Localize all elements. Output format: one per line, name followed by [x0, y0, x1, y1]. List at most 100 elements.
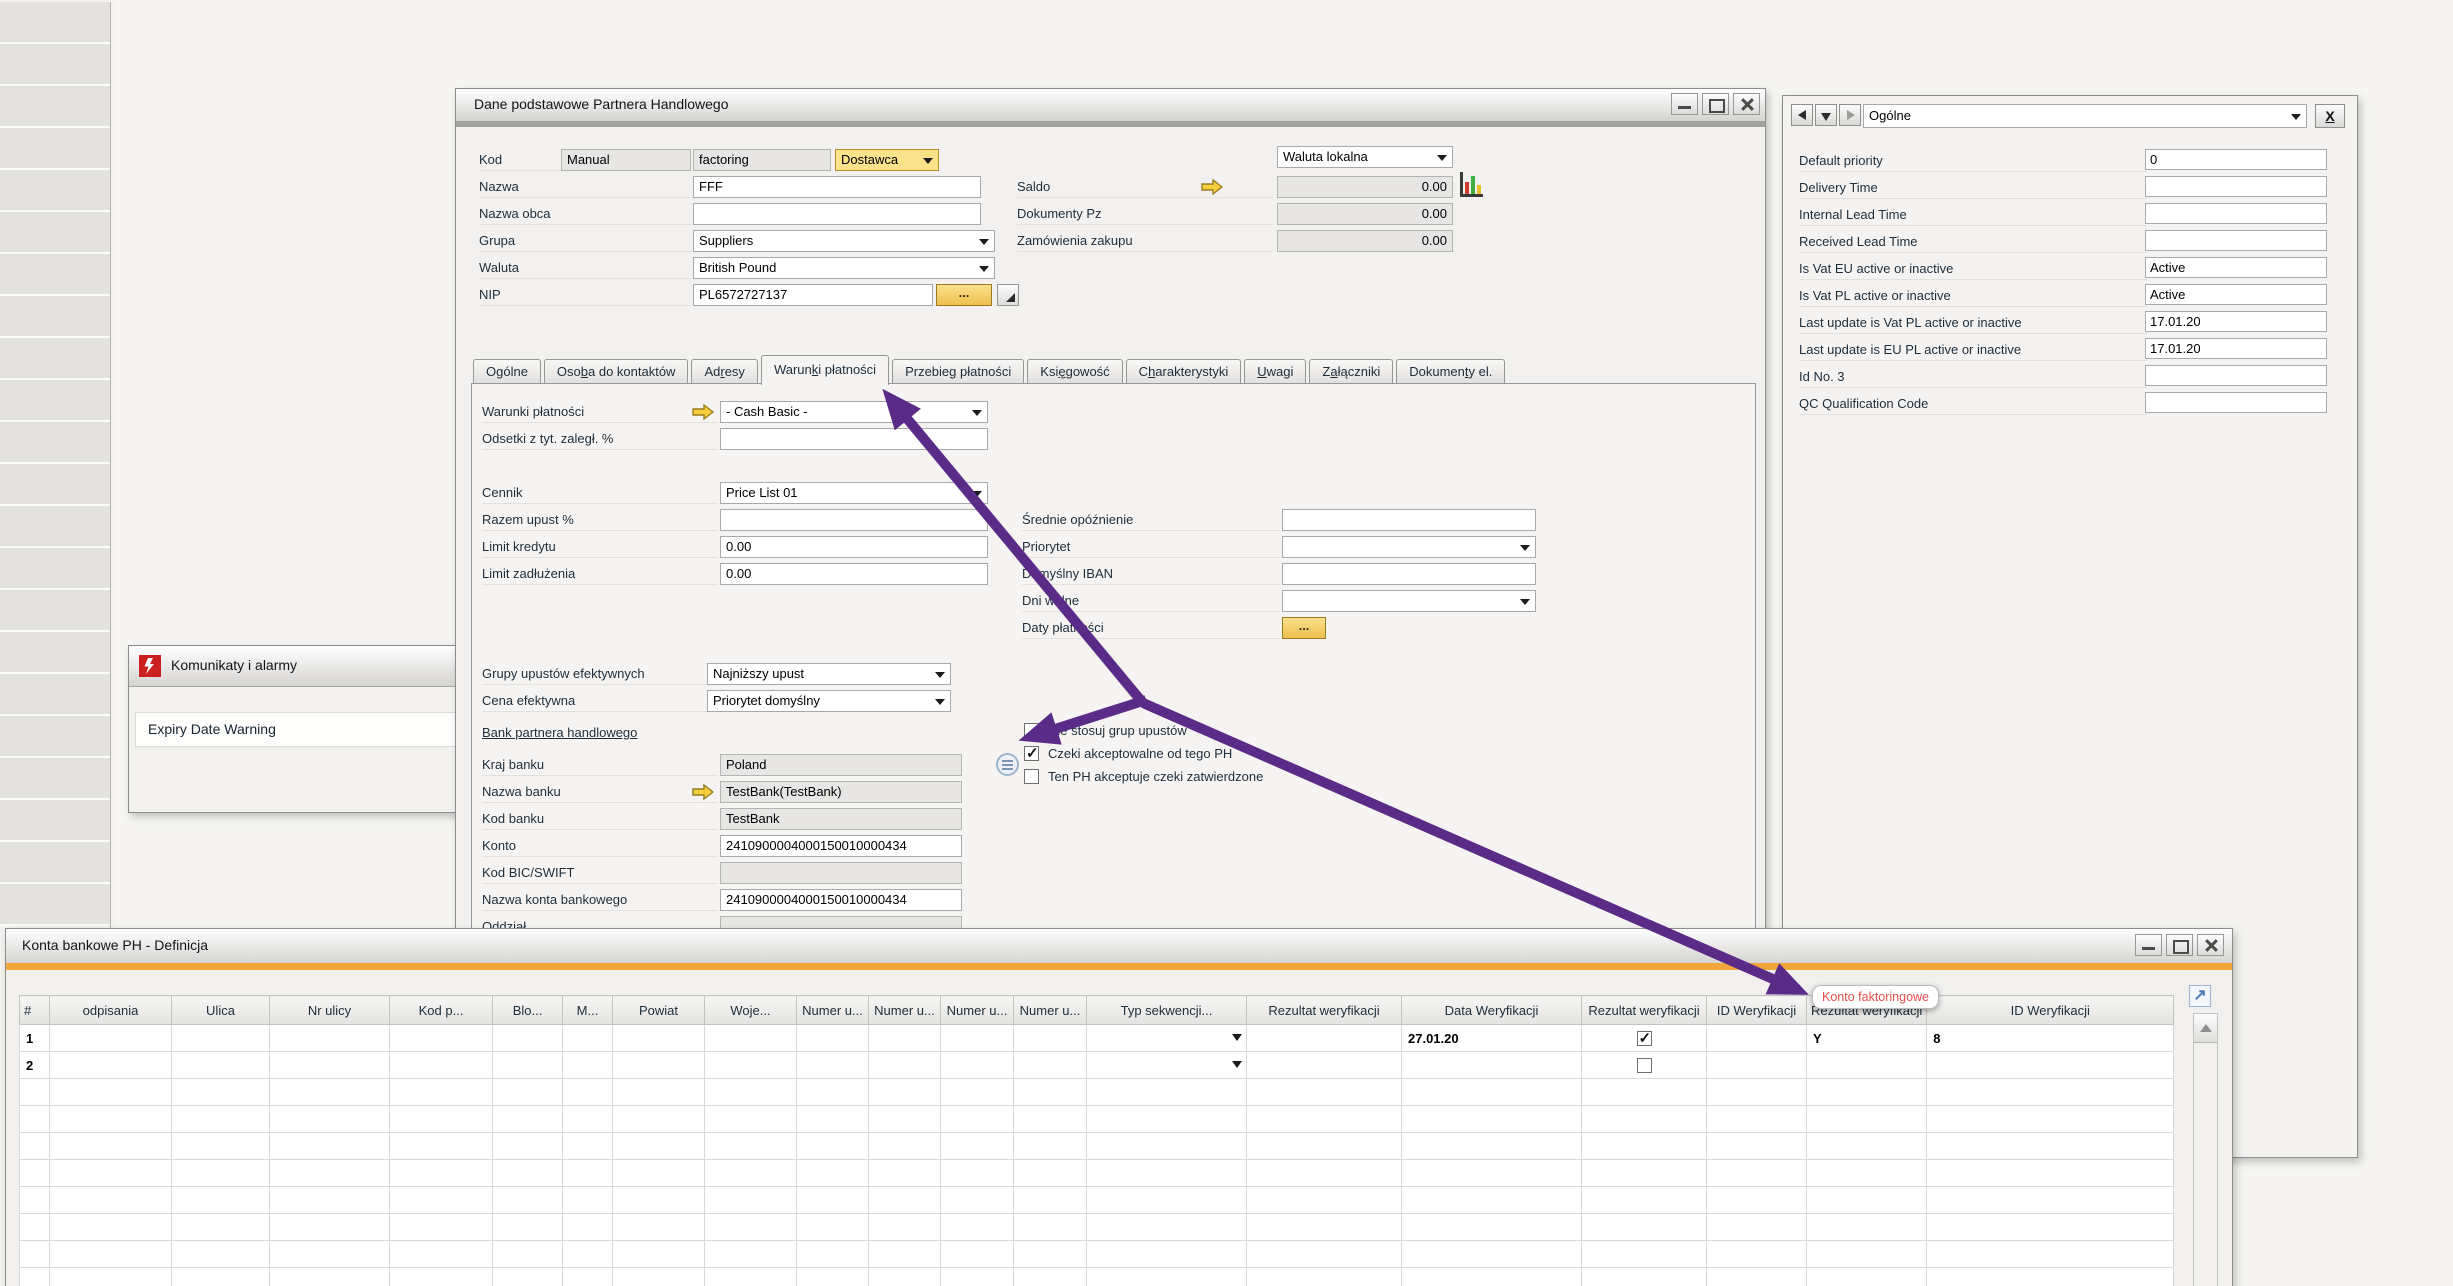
udf-value[interactable]: Active [2145, 284, 2327, 305]
udf-category-dropdown[interactable]: Ogólne [1863, 104, 2307, 128]
tab-ogolne[interactable]: Ogólne [473, 359, 541, 384]
grid-cell[interactable] [172, 1079, 270, 1106]
grid-cell[interactable] [390, 1187, 493, 1214]
grid-cell[interactable] [705, 1106, 797, 1133]
grid-cell[interactable] [270, 1214, 390, 1241]
grid-cell[interactable] [1707, 1079, 1807, 1106]
srednie-opoznienie-field[interactable] [1282, 509, 1536, 531]
minimize-icon[interactable] [1671, 93, 1698, 115]
udf-value[interactable] [2145, 365, 2327, 386]
grid-cell[interactable] [941, 1214, 1014, 1241]
grid-cell[interactable] [1402, 1160, 1582, 1187]
grid-cell[interactable] [1247, 1214, 1402, 1241]
grid-cell[interactable] [1582, 1160, 1707, 1187]
grid-cell[interactable] [1707, 1160, 1807, 1187]
grid-cell[interactable] [1582, 1079, 1707, 1106]
col-header[interactable]: ID Weryfikacji [1927, 996, 2174, 1025]
odsetki-field[interactable] [720, 428, 988, 450]
grid-cell[interactable] [270, 1052, 390, 1079]
grid-cell[interactable] [1087, 1268, 1247, 1286]
czeki-zatwierdzone-checkbox[interactable] [1024, 769, 1039, 784]
grid-cell[interactable] [941, 1052, 1014, 1079]
grid-cell[interactable] [172, 1052, 270, 1079]
grid-cell[interactable] [705, 1187, 797, 1214]
dni-wolne-dropdown[interactable] [1282, 590, 1536, 612]
grid-cell[interactable] [390, 1160, 493, 1187]
grid-cell[interactable] [1927, 1187, 2174, 1214]
grid-cell[interactable] [1807, 1160, 1927, 1187]
tab-przebieg-platnosci[interactable]: Przebieg płatności [892, 359, 1024, 384]
grid-cell[interactable] [1927, 1106, 2174, 1133]
grid-cell[interactable] [1247, 1106, 1402, 1133]
grid-cell[interactable] [613, 1214, 705, 1241]
grid-cell[interactable] [1247, 1025, 1402, 1052]
grid-cell[interactable] [390, 1079, 493, 1106]
grid-cell[interactable] [1247, 1268, 1402, 1286]
grupa-dropdown[interactable]: Suppliers [693, 230, 995, 252]
grid-cell[interactable] [869, 1187, 941, 1214]
grid-cell[interactable] [1402, 1106, 1582, 1133]
grid-cell[interactable] [50, 1241, 172, 1268]
grid-cell[interactable] [390, 1241, 493, 1268]
grid-cell[interactable] [270, 1268, 390, 1286]
grid-cell[interactable] [20, 1268, 50, 1286]
tab-dokumenty-el[interactable]: Dokumenty el. [1396, 359, 1505, 384]
grid-cell[interactable] [797, 1052, 869, 1079]
grid-cell[interactable] [1707, 1133, 1807, 1160]
grid-cell[interactable] [941, 1106, 1014, 1133]
udf-value[interactable] [2145, 230, 2327, 251]
grid-cell[interactable] [172, 1268, 270, 1286]
chevron-down-icon[interactable] [1232, 1034, 1242, 1041]
grid-cell[interactable] [869, 1052, 941, 1079]
grid-cell[interactable] [797, 1160, 869, 1187]
grid-cell[interactable] [493, 1079, 563, 1106]
grid-cell[interactable] [1807, 1241, 1927, 1268]
grid-cell[interactable] [941, 1268, 1014, 1286]
grid-cell[interactable] [705, 1079, 797, 1106]
grid-cell[interactable] [390, 1214, 493, 1241]
grid-cell[interactable] [1807, 1052, 1927, 1079]
grid-cell[interactable] [270, 1187, 390, 1214]
udf-value[interactable] [2145, 392, 2327, 413]
grid-cell[interactable] [1807, 1214, 1927, 1241]
grid-cell[interactable] [1582, 1133, 1707, 1160]
tab-charakterystyki[interactable]: Charakterystyki [1126, 359, 1242, 384]
grid-cell[interactable] [172, 1214, 270, 1241]
grid-cell[interactable] [613, 1241, 705, 1268]
grid-cell[interactable] [1087, 1025, 1247, 1052]
tab-adresy[interactable]: Adresy [691, 359, 757, 384]
grid-cell[interactable] [563, 1241, 613, 1268]
link-arrow-icon[interactable] [690, 782, 716, 802]
grid-cell[interactable] [1014, 1268, 1087, 1286]
kod-series-field[interactable]: Manual [561, 149, 691, 171]
grid-cell[interactable] [20, 1214, 50, 1241]
grid-cell[interactable] [1087, 1079, 1247, 1106]
grid-cell[interactable] [869, 1133, 941, 1160]
grid-cell[interactable] [50, 1187, 172, 1214]
col-header[interactable]: Blo... [493, 996, 563, 1025]
grid-cell[interactable] [270, 1079, 390, 1106]
waluta-dropdown[interactable]: British Pound [693, 257, 995, 279]
grid-cell[interactable] [1014, 1214, 1087, 1241]
tab-uwagi[interactable]: Uwagi [1244, 359, 1306, 384]
grid-cell[interactable] [50, 1133, 172, 1160]
grid-cell[interactable] [1707, 1187, 1807, 1214]
grid-cell[interactable] [493, 1106, 563, 1133]
context-menu-icon[interactable] [996, 753, 1019, 776]
grid-cell[interactable] [1247, 1187, 1402, 1214]
grid-cell[interactable] [20, 1079, 50, 1106]
grid-cell[interactable] [705, 1133, 797, 1160]
grid-cell[interactable] [563, 1133, 613, 1160]
grid-cell[interactable] [869, 1241, 941, 1268]
grid-cell[interactable] [941, 1025, 1014, 1052]
grid-cell[interactable] [797, 1025, 869, 1052]
link-arrow-icon[interactable] [1199, 177, 1225, 197]
scroll-up-icon[interactable] [2194, 1014, 2217, 1043]
col-header[interactable]: ID Weryfikacji [1707, 996, 1807, 1025]
grid-cell[interactable] [1402, 1214, 1582, 1241]
tab-ksiegowosc[interactable]: Księgowość [1027, 359, 1122, 384]
cennik-dropdown[interactable]: Price List 01 [720, 482, 988, 504]
minimize-icon[interactable] [2135, 934, 2162, 956]
grid-cell[interactable] [941, 1079, 1014, 1106]
grid-cell[interactable] [1014, 1160, 1087, 1187]
